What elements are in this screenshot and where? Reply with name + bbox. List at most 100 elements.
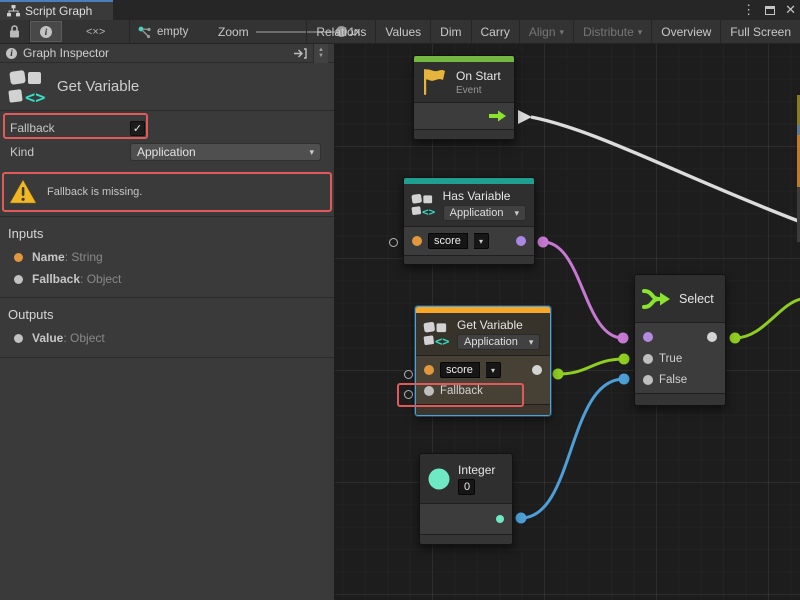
unconnected-port-get-variable-fallback[interactable] xyxy=(404,390,413,399)
flag-icon xyxy=(421,67,449,97)
warning-icon xyxy=(9,179,37,205)
graph-pointer-label: empty xyxy=(157,26,188,38)
full-screen-button[interactable]: Full Screen xyxy=(721,20,800,44)
chevron-down-icon: ▾ xyxy=(638,27,643,38)
port-dot-gray xyxy=(14,334,23,343)
output-port-is-defined[interactable] xyxy=(516,236,526,246)
input-port-false[interactable] xyxy=(643,375,653,385)
chevron-down-icon: ▾ xyxy=(309,147,314,158)
control-output-port[interactable] xyxy=(489,110,506,122)
overview-button[interactable]: Overview xyxy=(652,20,721,44)
lock-button[interactable] xyxy=(0,20,30,43)
inspector-unit-title: <> Get Variable xyxy=(0,63,334,111)
node-on-start[interactable]: On Start Event xyxy=(413,55,515,140)
node-footer xyxy=(420,534,512,544)
kind-option-row: Kind Application ▾ xyxy=(0,140,334,164)
variables-icon: <> xyxy=(423,320,450,348)
output-port-value[interactable] xyxy=(496,515,504,523)
dim-button[interactable]: Dim xyxy=(431,20,471,44)
port-dot-orange xyxy=(14,253,23,262)
integer-value-field[interactable]: 0 xyxy=(458,479,475,495)
graph-inspector-panel: i Graph Inspector ▲▼ <> Get Variable Fal… xyxy=(0,44,335,600)
input-port-condition[interactable] xyxy=(643,332,653,342)
distribute-dropdown[interactable]: Distribute▾ xyxy=(574,20,652,44)
graph-pointer-icon xyxy=(138,26,152,39)
wire-control[interactable] xyxy=(531,117,800,222)
dock-icon[interactable] xyxy=(293,48,307,59)
node-footer xyxy=(404,255,534,264)
tab-script-graph[interactable]: Script Graph xyxy=(0,0,113,20)
svg-text:<>: <> xyxy=(422,206,436,219)
variable-kind-dropdown[interactable]: Application ▾ xyxy=(457,334,540,350)
node-title: Get Variable xyxy=(457,318,540,332)
node-select[interactable]: Select True False xyxy=(634,274,726,406)
inspector-unit-name: Get Variable xyxy=(57,78,139,95)
tab-title: Script Graph xyxy=(25,4,92,18)
false-port-label: False xyxy=(659,374,687,386)
code-icon: <×> xyxy=(86,26,105,38)
integer-icon xyxy=(427,467,451,491)
graph-toolbar: i <×> empty Zoom 1x Relations Values Dim… xyxy=(0,20,800,44)
wire-endpoint[interactable] xyxy=(730,333,741,344)
wire-endpoint[interactable] xyxy=(553,369,564,380)
align-dropdown[interactable]: Align▾ xyxy=(520,20,574,44)
port-dot-gray xyxy=(14,275,23,284)
fallback-option-row: Fallback ✓ xyxy=(0,116,334,140)
node-get-variable[interactable]: <> Get Variable Application ▾ score ▾ Fa… xyxy=(415,306,551,416)
info-icon: i xyxy=(40,26,52,38)
input-port-fallback[interactable] xyxy=(424,386,434,396)
check-icon: ✓ xyxy=(133,122,142,135)
chevron-down-icon: ▾ xyxy=(514,208,519,219)
inspector-header: i Graph Inspector ▲▼ xyxy=(0,44,334,63)
input-port-name[interactable] xyxy=(412,236,422,246)
inspector-spinner[interactable]: ▲▼ xyxy=(313,44,328,63)
variable-name-dropdown[interactable]: ▾ xyxy=(474,233,489,249)
code-view-button[interactable]: <×> xyxy=(62,20,130,43)
kind-dropdown[interactable]: Application ▾ xyxy=(130,143,321,161)
variable-kind-value: Application xyxy=(450,207,504,219)
node-title: Has Variable xyxy=(443,189,526,203)
window-maximize-icon[interactable] xyxy=(765,6,775,15)
inspector-header-title: Graph Inspector xyxy=(23,46,287,60)
inspector-toggle-button[interactable]: i xyxy=(30,21,62,42)
input-port-true[interactable] xyxy=(643,354,653,364)
variable-kind-value: Application xyxy=(464,336,518,348)
relations-button[interactable]: Relations xyxy=(307,20,376,44)
window-close-icon[interactable]: ✕ xyxy=(785,0,796,20)
variable-name-field[interactable]: score xyxy=(440,362,480,378)
wire-endpoint[interactable] xyxy=(618,333,629,344)
svg-text:<>: <> xyxy=(435,335,450,348)
variables-icon: <> xyxy=(8,68,46,106)
unconnected-port-get-variable-name[interactable] xyxy=(404,370,413,379)
node-subtitle: Event xyxy=(456,85,501,96)
node-footer xyxy=(416,404,550,415)
wire-get-variable-to-select-true[interactable] xyxy=(558,359,624,374)
unconnected-port-has-variable-name[interactable] xyxy=(389,238,398,247)
variable-kind-dropdown[interactable]: Application ▾ xyxy=(443,205,526,221)
inputs-section-header: Inputs xyxy=(0,217,334,246)
values-button[interactable]: Values xyxy=(376,20,431,44)
node-has-variable[interactable]: <> Has Variable Application ▾ score ▾ xyxy=(403,177,535,265)
outputs-section-header: Outputs xyxy=(0,298,334,327)
wire-endpoint[interactable] xyxy=(619,354,630,365)
wire-endpoint[interactable] xyxy=(538,237,549,248)
info-icon: i xyxy=(6,48,17,59)
wire-endpoint[interactable] xyxy=(619,374,630,385)
wire-endpoint[interactable] xyxy=(516,513,527,524)
output-port-value[interactable] xyxy=(532,365,542,375)
input-port-name[interactable] xyxy=(424,365,434,375)
window-menu-icon[interactable]: ⋮ xyxy=(742,0,755,20)
warning-box: Fallback is missing. xyxy=(0,172,334,212)
variable-name-field[interactable]: score xyxy=(428,233,468,249)
variable-name-dropdown[interactable]: ▾ xyxy=(486,362,501,378)
carry-button[interactable]: Carry xyxy=(472,20,520,44)
node-integer[interactable]: Integer 0 xyxy=(419,453,513,545)
graph-canvas[interactable]: On Start Event <> Has Varia xyxy=(335,44,800,600)
wire-has-variable-to-select[interactable] xyxy=(543,242,623,338)
fallback-option-label: Fallback xyxy=(10,121,55,135)
fallback-checkbox[interactable]: ✓ xyxy=(130,121,145,136)
output-port-selection[interactable] xyxy=(707,332,717,342)
wire-select-output[interactable] xyxy=(735,299,800,338)
control-port-arrow[interactable] xyxy=(518,110,532,124)
true-port-label: True xyxy=(659,353,682,365)
